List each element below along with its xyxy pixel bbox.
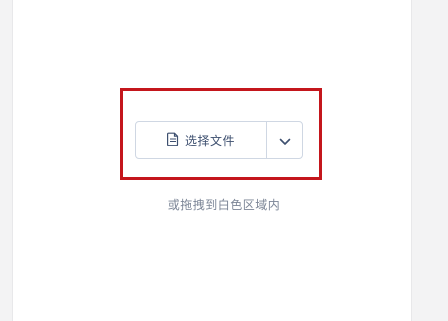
page: 选择文件 或拖拽到白色区域内 <box>0 0 448 321</box>
drag-hint: 或拖拽到白色区域内 <box>167 198 281 212</box>
choose-file-split-button[interactable]: 选择文件 <box>135 121 303 159</box>
chevron-down-icon <box>279 131 291 150</box>
choose-file-button[interactable]: 选择文件 <box>136 122 266 158</box>
choose-file-label: 选择文件 <box>184 133 235 148</box>
file-icon <box>166 131 179 150</box>
more-upload-options-dropdown[interactable] <box>267 122 302 158</box>
